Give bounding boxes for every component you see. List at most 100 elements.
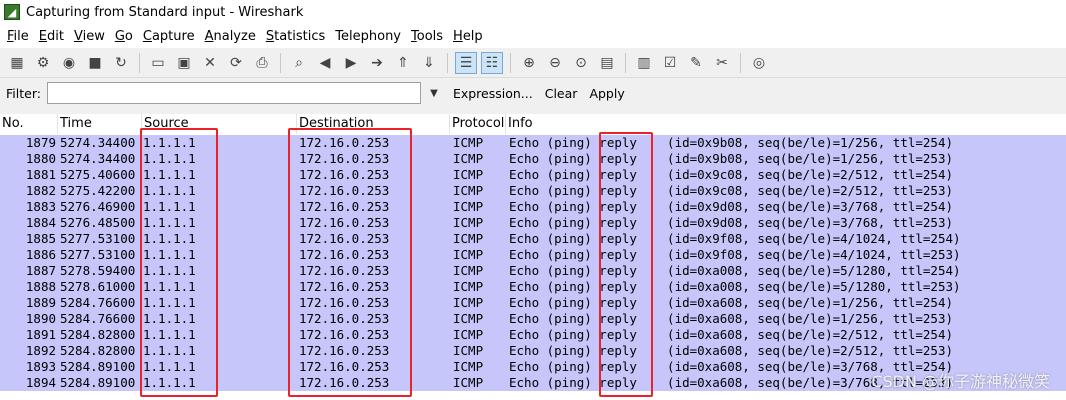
packet-protocol: ICMP xyxy=(453,199,484,214)
apply-button[interactable]: Apply xyxy=(589,86,624,101)
packet-info: Echo (ping) reply (id=0xa608, seq(be/le)… xyxy=(509,295,954,310)
go-forward-icon[interactable]: ▶ xyxy=(340,52,362,74)
help-icon[interactable]: ◎ xyxy=(748,52,770,74)
menu-analyze[interactable]: Analyze xyxy=(200,29,261,44)
packet-number: 1881 xyxy=(25,167,56,182)
chevron-down-icon[interactable]: ▼ xyxy=(427,88,441,99)
packet-number: 1890 xyxy=(25,311,56,326)
menu-tools[interactable]: Tools xyxy=(406,29,448,44)
zoom-normal-icon[interactable]: ⊙ xyxy=(570,52,592,74)
reload-icon[interactable]: ⟳ xyxy=(225,52,247,74)
packet-info: Echo (ping) reply (id=0xa608, seq(be/le)… xyxy=(509,327,954,342)
resize-columns-icon[interactable]: ▤ xyxy=(596,52,618,74)
restart-capture-icon[interactable]: ↻ xyxy=(110,52,132,74)
packet-protocol: ICMP xyxy=(453,215,484,230)
go-to-packet-icon[interactable]: ➔ xyxy=(366,52,388,74)
packet-info: Echo (ping) reply (id=0x9d08, seq(be/le)… xyxy=(509,199,954,214)
start-capture-icon[interactable]: ◉ xyxy=(58,52,80,74)
packet-info: Echo (ping) reply (id=0x9b08, seq(be/le)… xyxy=(509,151,954,166)
interface-list-icon[interactable]: ▦ xyxy=(6,52,28,74)
open-file-icon[interactable]: ▭ xyxy=(147,52,169,74)
packet-number: 1892 xyxy=(25,343,56,358)
zoom-out-icon[interactable]: ⊖ xyxy=(544,52,566,74)
find-packet-icon[interactable]: ⌕ xyxy=(288,52,310,74)
filter-input[interactable] xyxy=(46,82,421,104)
auto-scroll-icon[interactable]: ☷ xyxy=(481,51,503,74)
go-last-icon[interactable]: ⇓ xyxy=(418,52,440,74)
packet-protocol: ICMP xyxy=(453,167,484,182)
packet-number: 1888 xyxy=(25,279,56,294)
toolbar-separator xyxy=(510,52,511,73)
toolbar-separator xyxy=(139,52,140,73)
packet-number: 1880 xyxy=(25,151,56,166)
clear-button[interactable]: Clear xyxy=(545,86,578,101)
toolbar-separator xyxy=(740,52,741,73)
packet-info: Echo (ping) reply (id=0x9c08, seq(be/le)… xyxy=(509,183,954,198)
go-first-icon[interactable]: ⇑ xyxy=(392,52,414,74)
preferences-icon[interactable]: ✂ xyxy=(711,52,733,74)
zoom-in-icon[interactable]: ⊕ xyxy=(518,52,540,74)
packet-protocol: ICMP xyxy=(453,343,484,358)
menu-label: dit xyxy=(47,28,64,44)
packet-number: 1879 xyxy=(25,135,56,150)
capture-filters-icon[interactable]: ▥ xyxy=(633,52,655,74)
reply-highlight-box xyxy=(599,132,653,397)
menu-mnemonic: V xyxy=(73,28,83,44)
display-filters-icon[interactable]: ☑ xyxy=(659,52,681,74)
filter-label: Filter: xyxy=(6,85,41,101)
capture-options-icon[interactable]: ⚙ xyxy=(32,52,54,74)
packet-protocol: ICMP xyxy=(453,183,484,198)
expression-button[interactable]: Expression... xyxy=(453,86,533,101)
packet-time: 5277.53100 xyxy=(60,247,136,262)
packet-protocol: ICMP xyxy=(453,295,484,310)
packet-time: 5276.46900 xyxy=(60,199,136,214)
wireshark-fin-icon: ◢ xyxy=(4,4,20,20)
column-header-time[interactable]: Time xyxy=(58,114,142,134)
packet-time: 5284.76600 xyxy=(60,295,136,310)
menu-mnemonic: H xyxy=(453,28,463,44)
menu-mnemonic: E xyxy=(38,28,47,44)
source-highlight-box xyxy=(140,128,218,397)
packet-time: 5275.42200 xyxy=(60,183,136,198)
packet-time: 5274.34400 xyxy=(60,135,136,150)
packet-number: 1889 xyxy=(25,295,56,310)
print-icon[interactable]: ⎙ xyxy=(251,52,273,74)
packet-time: 5284.76600 xyxy=(60,311,136,326)
destination-highlight-box xyxy=(288,128,412,397)
menu-telephony[interactable]: Telephony xyxy=(330,29,406,44)
coloring-rules-icon[interactable]: ✎ xyxy=(685,52,707,74)
menu-file[interactable]: File xyxy=(2,29,34,44)
menu-label: ile xyxy=(13,28,29,44)
packet-number: 1885 xyxy=(25,231,56,246)
menu-label: Telephony xyxy=(335,28,401,44)
column-header-no[interactable]: No. xyxy=(0,114,58,134)
wireshark-window: ◢ Capturing from Standard input - Wiresh… xyxy=(0,0,1066,400)
save-file-icon[interactable]: ▣ xyxy=(173,52,195,74)
toolbar-separator xyxy=(625,52,626,73)
go-back-icon[interactable]: ◀ xyxy=(314,52,336,74)
packet-protocol: ICMP xyxy=(453,263,484,278)
watermark: CSDN @你子游神秘微笑 xyxy=(871,372,1050,391)
toolbar-separator xyxy=(280,52,281,73)
stop-capture-icon[interactable]: ■ xyxy=(84,52,106,74)
toolbar-separator xyxy=(447,52,448,73)
window-title: Capturing from Standard input - Wireshar… xyxy=(26,4,304,20)
title-bar: ◢ Capturing from Standard input - Wiresh… xyxy=(0,0,1066,24)
packet-time: 5275.40600 xyxy=(60,167,136,182)
menu-view[interactable]: View xyxy=(69,29,110,44)
menu-capture[interactable]: Capture xyxy=(138,29,200,44)
menu-edit[interactable]: Edit xyxy=(34,29,69,44)
menu-mnemonic: C xyxy=(142,28,152,44)
menu-statistics[interactable]: Statistics xyxy=(261,29,330,44)
menu-help[interactable]: Help xyxy=(448,29,488,44)
column-header-protocol[interactable]: Protocol xyxy=(450,114,506,134)
colorize-icon[interactable]: ☰ xyxy=(455,51,477,74)
packet-number: 1882 xyxy=(25,183,56,198)
column-header-info[interactable]: Info xyxy=(506,114,1066,134)
close-file-icon[interactable]: ✕ xyxy=(199,52,221,74)
packet-protocol: ICMP xyxy=(453,279,484,294)
menu-label: ools xyxy=(416,28,444,44)
packet-info: Echo (ping) reply (id=0x9f08, seq(be/le)… xyxy=(509,231,961,246)
menu-go[interactable]: Go xyxy=(110,29,138,44)
packet-info: Echo (ping) reply (id=0xa008, seq(be/le)… xyxy=(509,263,961,278)
